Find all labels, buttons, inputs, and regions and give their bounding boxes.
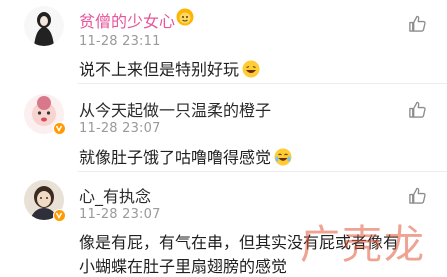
username[interactable]: 从今天起做一只温柔的橙子 <box>79 97 271 121</box>
comment-item: 从今天起做一只温柔的橙子 11-28 23:07 就像肚子饿了咕噜噜得感觉 <box>0 84 447 170</box>
timestamp: 11-28 23:11 <box>79 34 161 49</box>
crown-badge-icon <box>176 8 194 30</box>
comment-text: 说不上来但是特别好玩 <box>79 56 260 80</box>
like-icon[interactable] <box>408 186 427 205</box>
username[interactable]: 贫僧的少女心 <box>79 8 175 32</box>
comment-text-content: 就像肚子饿了咕噜噜得感觉 <box>79 148 272 167</box>
verified-badge-icon <box>53 209 66 222</box>
like-icon[interactable] <box>408 100 427 119</box>
comment-item: 贫僧的少女心 11-28 23:11 说不上来但是特别好玩 <box>0 0 447 82</box>
laughing-emoji-icon <box>242 60 260 78</box>
timestamp: 11-28 23:07 <box>79 207 161 222</box>
watermark: 广壳龙 <box>300 222 426 268</box>
comment-text-line: 小蝴蝶在肚子里扇翅膀的感觉 <box>79 257 288 276</box>
timestamp: 11-28 23:07 <box>79 121 161 136</box>
username[interactable]: 心_有执念 <box>79 183 151 207</box>
verified-badge-icon <box>53 122 66 135</box>
avatar[interactable] <box>24 6 64 46</box>
laughing-tears-emoji-icon <box>274 148 292 166</box>
like-icon[interactable] <box>408 14 427 33</box>
comment-text-content: 说不上来但是特别好玩 <box>79 60 240 79</box>
comment-text: 就像肚子饿了咕噜噜得感觉 <box>79 144 292 168</box>
